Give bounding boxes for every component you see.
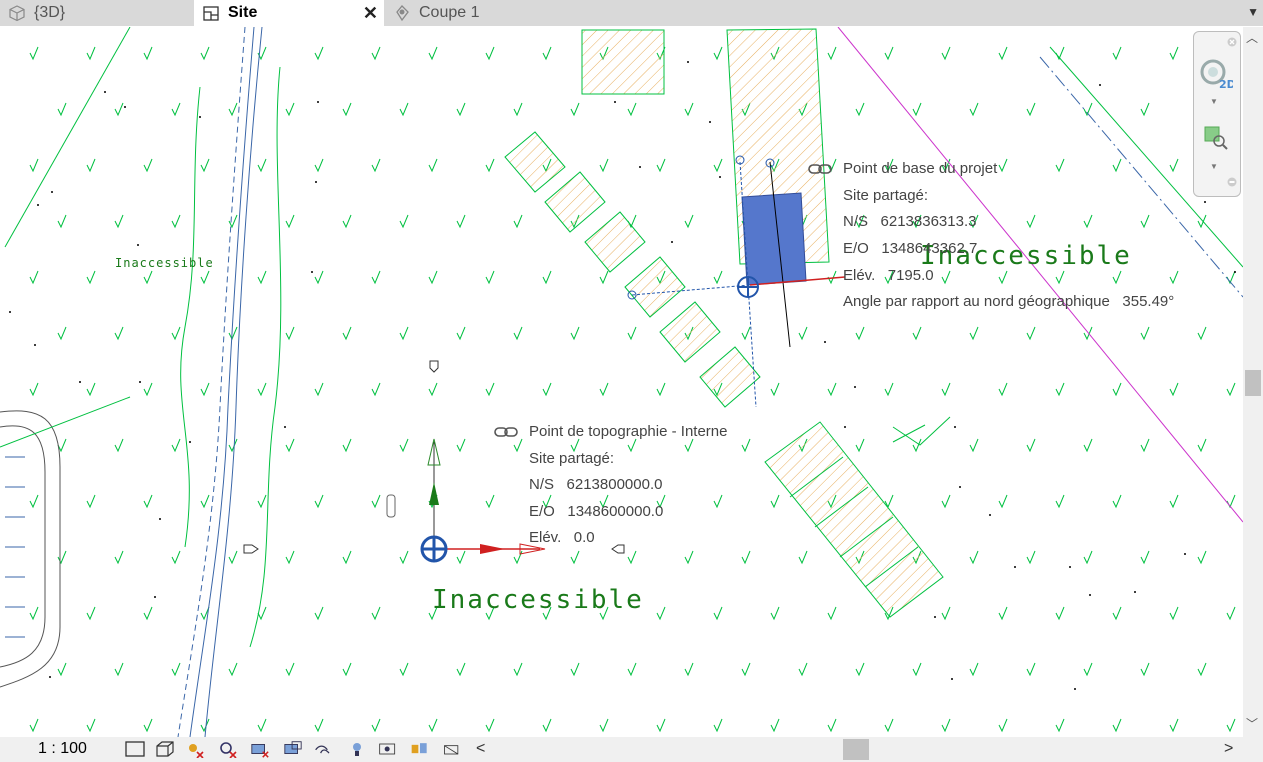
view-scale[interactable]: 1 : 100 [38,740,87,758]
svg-text:2D: 2D [1219,78,1233,90]
visual-style-icon[interactable] [155,740,175,758]
scroll-up-icon[interactable]: ︿ [1246,29,1258,46]
shadows-icon[interactable] [218,740,238,758]
tab-3d[interactable]: {3D} [0,0,193,26]
project-base-point-eo: E/O 1348643362.7 [843,240,978,257]
analytical-model-icon[interactable] [442,740,462,758]
scroll-down-icon[interactable]: ﹀ [1246,715,1258,732]
zoom-region-icon[interactable] [1203,125,1229,156]
site-linework [0,27,1243,737]
cube-icon [8,4,26,22]
scroll-right-icon[interactable]: > [1224,740,1233,758]
temporary-hide-icon[interactable] [347,740,367,758]
project-base-point-angle: Angle par rapport au nord géographique 3… [843,293,1175,310]
tab-coupe-label: Coupe 1 [419,4,480,21]
detail-level-icon[interactable] [125,740,145,758]
crop-view-icon[interactable] [250,740,270,758]
tab-3d-label: {3D} [34,4,66,21]
survey-point-ns: N/S 6213800000.0 [529,476,663,493]
survey-point-elev: Elév. 0.0 [529,529,595,546]
close-icon[interactable] [1227,34,1237,52]
tab-site[interactable]: Site ✕ [194,0,384,26]
vertical-scrollbar[interactable]: ︿ ﹀ [1243,27,1263,737]
scroll-left-icon[interactable]: < [476,740,485,758]
worksharing-display-icon[interactable] [410,740,430,758]
project-base-point-title: Point de base du projet [843,160,998,177]
survey-point-title: Point de topographie - Interne [529,423,728,440]
project-base-point-elev: Elév. 7195.0 [843,267,934,284]
show-crop-region-icon[interactable] [283,740,303,758]
navigation-bar: 2D ▼ ▼ [1193,31,1241,197]
survey-point-eo: E/O 1348600000.0 [529,503,664,520]
tab-site-label: Site [228,4,258,21]
site-plan-canvas[interactable]: Inaccessible Inaccessible Inaccessible P… [0,27,1243,737]
chevron-down-icon[interactable]: ▼ [1210,162,1218,171]
inaccessible-label: Inaccessible [432,585,644,615]
tab-list-dropdown-icon[interactable]: ▼ [1247,5,1259,19]
view-control-bar: 1 : 100 < > [0,737,1263,762]
floorplan-icon [202,4,220,22]
sun-path-icon[interactable] [185,740,205,758]
horizontal-scroll-thumb[interactable] [843,739,869,760]
chevron-down-icon[interactable]: ▼ [1210,97,1218,106]
inaccessible-label: Inaccessible [115,256,214,270]
steering-wheel-2d-icon[interactable]: 2D [1199,58,1236,95]
survey-point-site: Site partagé: [529,450,615,467]
project-base-point-ns: N/S 6213836313.3 [843,213,977,230]
reveal-hidden-elements-icon[interactable] [378,740,398,758]
project-base-point-site: Site partagé: [843,187,929,204]
section-icon [393,4,411,22]
close-icon[interactable]: ✕ [363,3,378,24]
vertical-scroll-thumb[interactable] [1245,370,1261,396]
view-tab-bar: {3D} Site ✕ Coupe 1 ▼ [0,0,1263,26]
tab-coupe[interactable]: Coupe 1 [385,0,585,26]
options-icon[interactable] [1227,174,1237,192]
unlocked-3d-view-icon[interactable] [314,740,334,758]
